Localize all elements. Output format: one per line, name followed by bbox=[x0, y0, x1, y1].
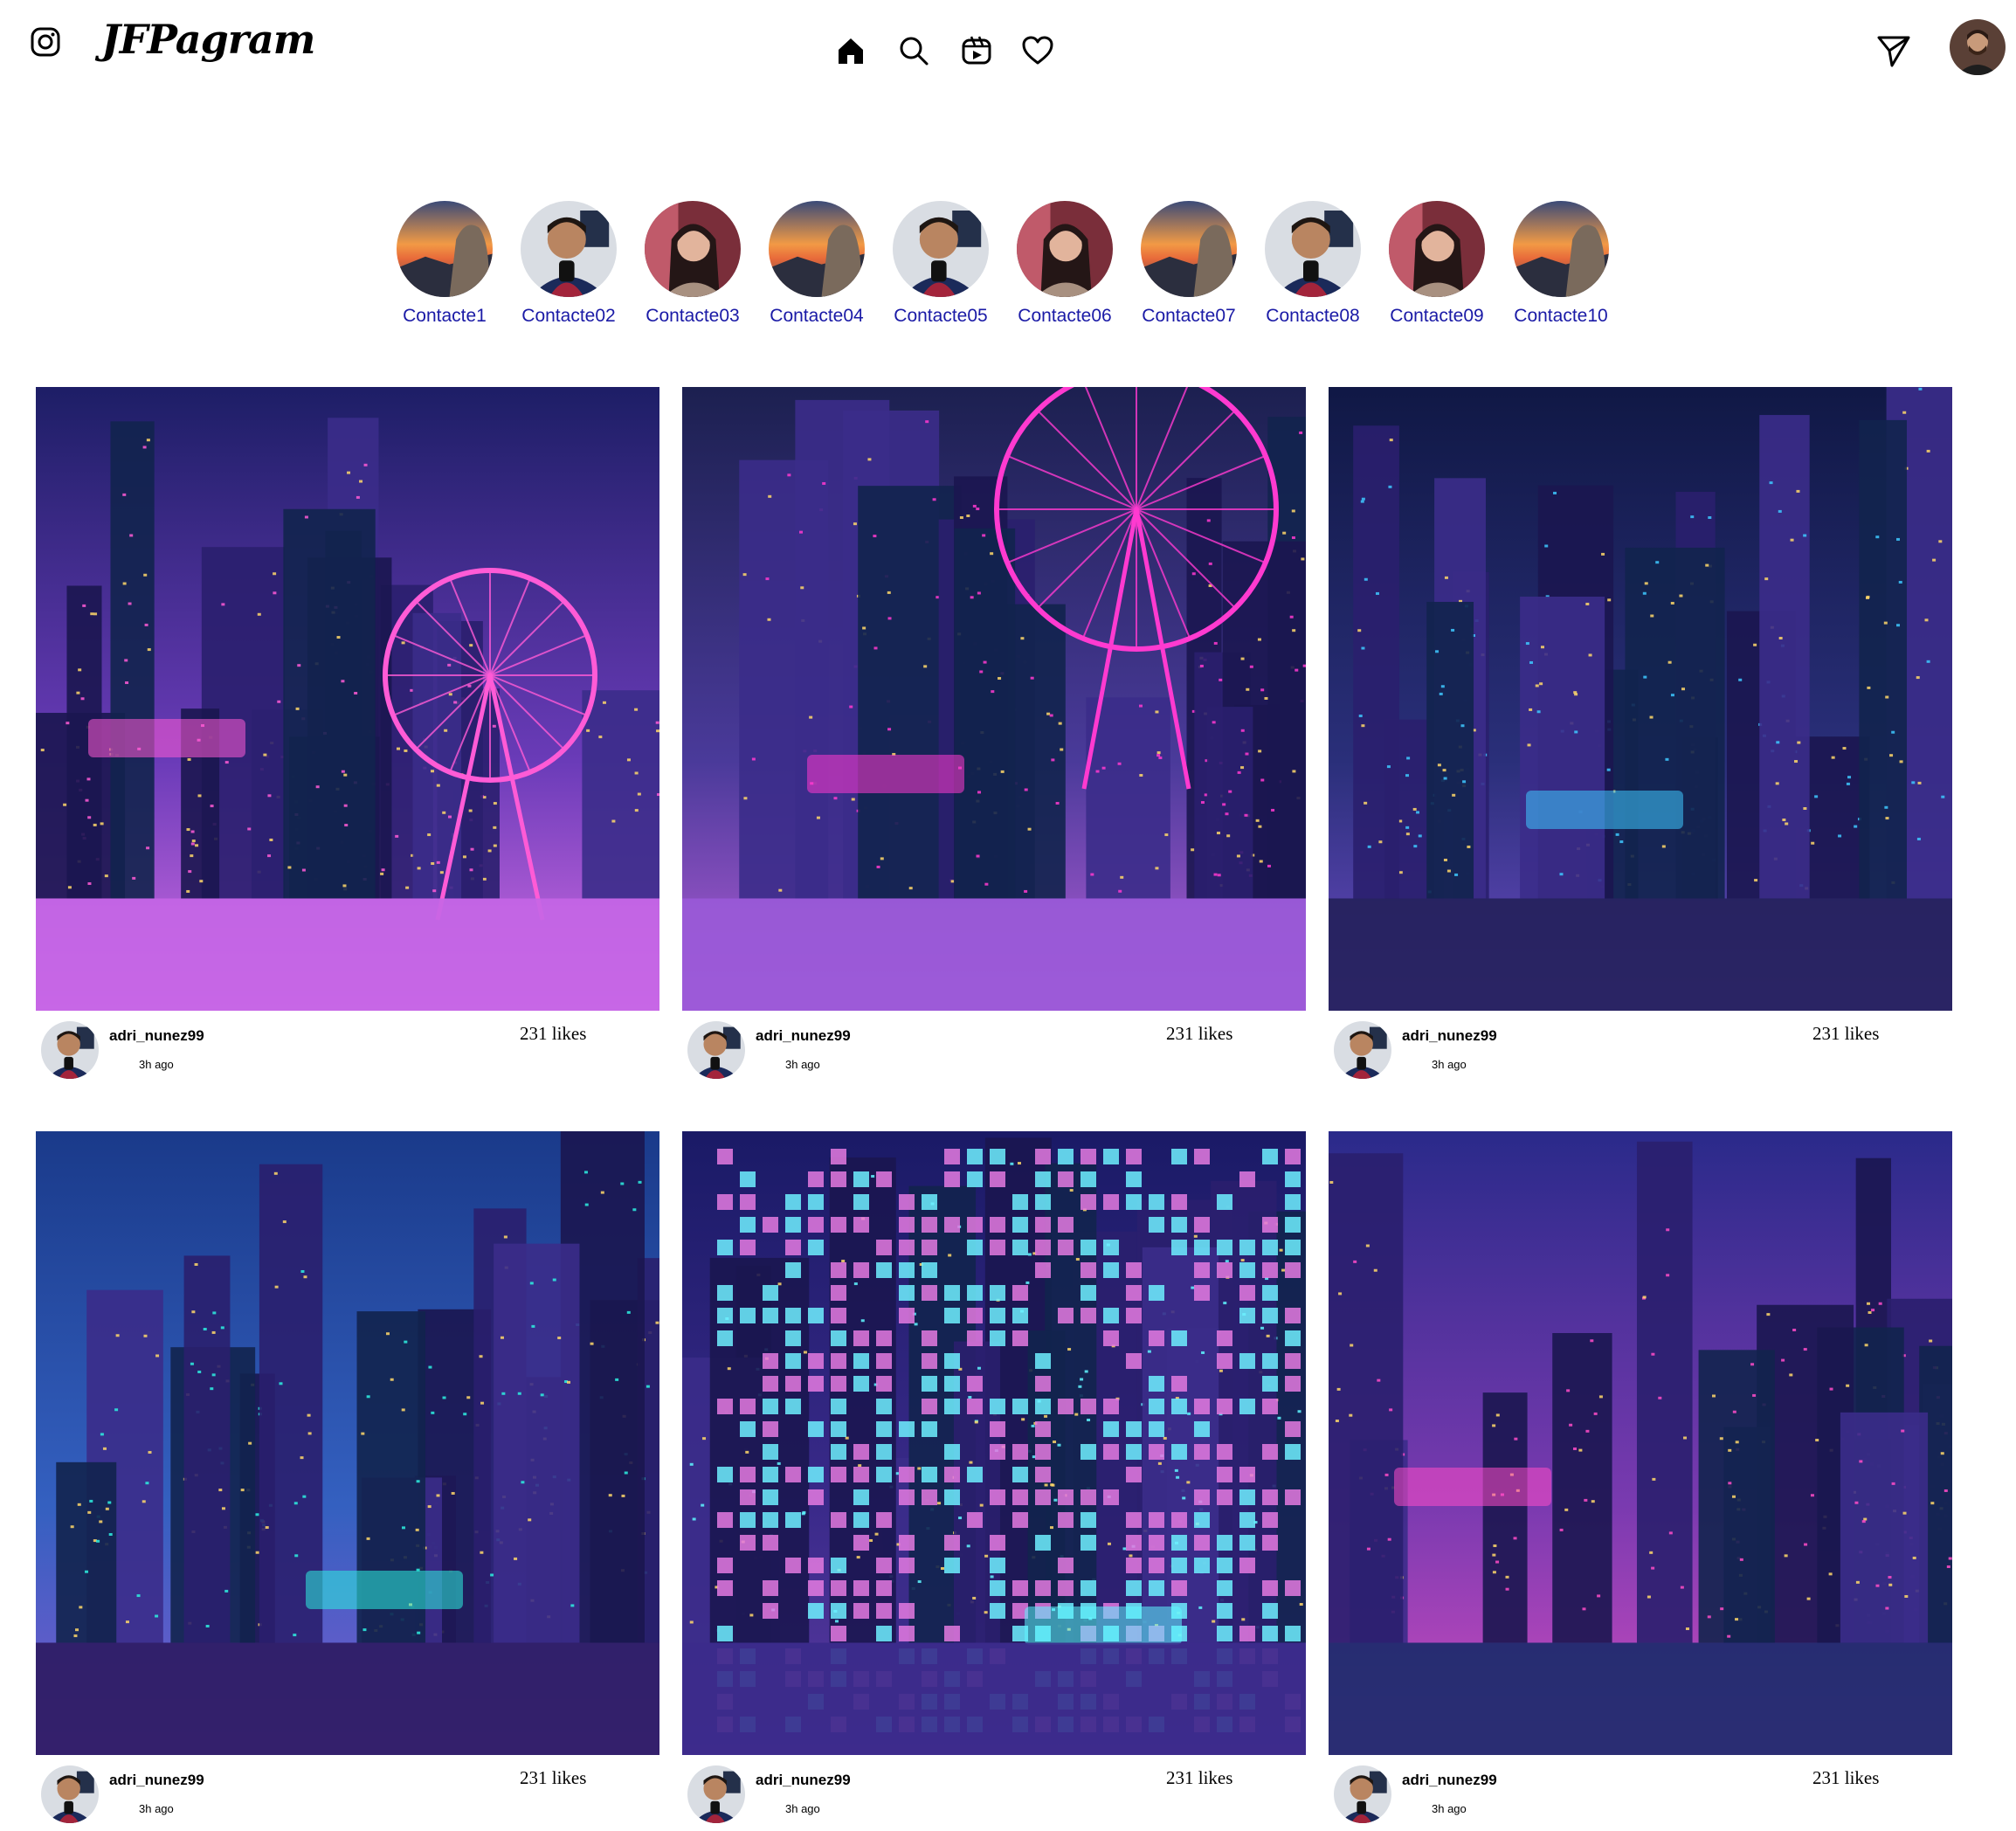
post-author-avatar[interactable] bbox=[687, 1765, 745, 1823]
heart-icon[interactable] bbox=[1022, 35, 1053, 66]
post-image[interactable] bbox=[1329, 387, 1952, 1011]
story-avatar[interactable] bbox=[1265, 201, 1361, 297]
story-item[interactable]: Contacte10 bbox=[1504, 201, 1618, 327]
post-author-avatar[interactable] bbox=[687, 1021, 745, 1079]
post-timestamp: 3h ago bbox=[785, 1802, 820, 1815]
post-image[interactable] bbox=[682, 387, 1306, 1011]
story-avatar[interactable] bbox=[1017, 201, 1113, 297]
feed-post: adri_nunez99 3h ago 231 likes bbox=[682, 387, 1306, 1081]
story-item[interactable]: Contacte04 bbox=[760, 201, 873, 327]
post-image[interactable] bbox=[682, 1131, 1306, 1755]
story-label[interactable]: Contacte1 bbox=[388, 306, 501, 327]
story-avatar[interactable] bbox=[1389, 201, 1485, 297]
post-likes: 231 likes bbox=[1812, 1767, 1880, 1788]
post-likes: 231 likes bbox=[1812, 1023, 1880, 1044]
story-label[interactable]: Contacte07 bbox=[1132, 306, 1246, 327]
post-image[interactable] bbox=[36, 1131, 659, 1755]
story-label[interactable]: Contacte02 bbox=[512, 306, 625, 327]
post-footer: adri_nunez99 3h ago 231 likes bbox=[36, 1011, 659, 1081]
story-avatar[interactable] bbox=[769, 201, 865, 297]
post-author-avatar[interactable] bbox=[1334, 1021, 1391, 1079]
story-label[interactable]: Contacte05 bbox=[884, 306, 998, 327]
story-avatar[interactable] bbox=[1141, 201, 1237, 297]
post-likes: 231 likes bbox=[520, 1023, 587, 1044]
post-author-avatar[interactable] bbox=[41, 1021, 99, 1079]
post-timestamp: 3h ago bbox=[785, 1058, 820, 1071]
story-label[interactable]: Contacte09 bbox=[1380, 306, 1494, 327]
story-label[interactable]: Contacte06 bbox=[1008, 306, 1122, 327]
feed-post: adri_nunez99 3h ago 231 likes bbox=[36, 387, 659, 1081]
story-item[interactable]: Contacte06 bbox=[1008, 201, 1122, 327]
story-item[interactable]: Contacte09 bbox=[1380, 201, 1494, 327]
post-likes: 231 likes bbox=[1166, 1767, 1233, 1788]
instagram-icon[interactable] bbox=[30, 26, 61, 58]
post-timestamp: 3h ago bbox=[1432, 1058, 1467, 1071]
post-likes: 231 likes bbox=[520, 1767, 587, 1788]
story-label[interactable]: Contacte03 bbox=[636, 306, 749, 327]
post-author-avatar[interactable] bbox=[41, 1765, 99, 1823]
story-avatar[interactable] bbox=[1513, 201, 1609, 297]
story-avatar[interactable] bbox=[645, 201, 741, 297]
story-label[interactable]: Contacte04 bbox=[760, 306, 873, 327]
feed-post: adri_nunez99 3h ago 231 likes bbox=[1329, 387, 1952, 1081]
post-username[interactable]: adri_nunez99 bbox=[1402, 1772, 1497, 1789]
post-timestamp: 3h ago bbox=[139, 1058, 174, 1071]
story-label[interactable]: Contacte08 bbox=[1256, 306, 1370, 327]
story-avatar[interactable] bbox=[397, 201, 493, 297]
post-username[interactable]: adri_nunez99 bbox=[756, 1027, 851, 1045]
send-icon[interactable] bbox=[1876, 33, 1911, 68]
post-likes: 231 likes bbox=[1166, 1023, 1233, 1044]
avatar[interactable] bbox=[1950, 19, 2006, 75]
post-footer: adri_nunez99 3h ago 231 likes bbox=[36, 1755, 659, 1825]
post-footer: adri_nunez99 3h ago 231 likes bbox=[682, 1755, 1306, 1825]
post-username[interactable]: adri_nunez99 bbox=[1402, 1027, 1497, 1045]
post-author-avatar[interactable] bbox=[1334, 1765, 1391, 1823]
post-username[interactable]: adri_nunez99 bbox=[109, 1027, 204, 1045]
post-footer: adri_nunez99 3h ago 231 likes bbox=[682, 1011, 1306, 1081]
post-username[interactable]: adri_nunez99 bbox=[109, 1772, 204, 1789]
feed-post: adri_nunez99 3h ago 231 likes bbox=[682, 1131, 1306, 1825]
story-item[interactable]: Contacte1 bbox=[388, 201, 501, 327]
top-bar: JFPagram bbox=[0, 0, 2016, 96]
post-footer: adri_nunez99 3h ago 231 likes bbox=[1329, 1011, 1952, 1081]
post-footer: adri_nunez99 3h ago 231 likes bbox=[1329, 1755, 1952, 1825]
search-icon[interactable] bbox=[898, 35, 929, 66]
story-avatar[interactable] bbox=[521, 201, 617, 297]
story-item[interactable]: Contacte07 bbox=[1132, 201, 1246, 327]
post-image[interactable] bbox=[1329, 1131, 1952, 1755]
post-timestamp: 3h ago bbox=[139, 1802, 174, 1815]
post-timestamp: 3h ago bbox=[1432, 1802, 1467, 1815]
feed-post: adri_nunez99 3h ago 231 likes bbox=[1329, 1131, 1952, 1825]
post-image[interactable] bbox=[36, 387, 659, 1011]
story-item[interactable]: Contacte08 bbox=[1256, 201, 1370, 327]
story-avatar[interactable] bbox=[893, 201, 989, 297]
story-item[interactable]: Contacte03 bbox=[636, 201, 749, 327]
story-item[interactable]: Contacte02 bbox=[512, 201, 625, 327]
brand-logo[interactable]: JFPagram bbox=[101, 16, 315, 63]
home-icon[interactable] bbox=[835, 35, 866, 66]
post-username[interactable]: adri_nunez99 bbox=[756, 1772, 851, 1789]
story-item[interactable]: Contacte05 bbox=[884, 201, 998, 327]
feed-post: adri_nunez99 3h ago 231 likes bbox=[36, 1131, 659, 1825]
story-label[interactable]: Contacte10 bbox=[1504, 306, 1618, 327]
reels-icon[interactable] bbox=[961, 35, 992, 66]
